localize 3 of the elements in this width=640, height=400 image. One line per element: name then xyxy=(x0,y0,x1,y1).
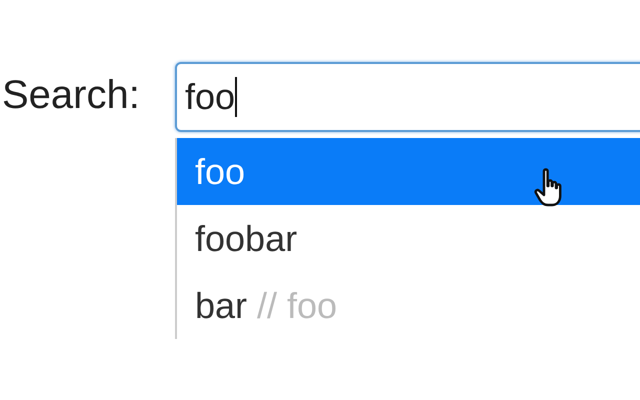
search-label: Search: xyxy=(1,72,141,119)
suggestion-item[interactable]: foo xyxy=(177,138,640,205)
search-field[interactable]: foo xyxy=(175,62,640,132)
